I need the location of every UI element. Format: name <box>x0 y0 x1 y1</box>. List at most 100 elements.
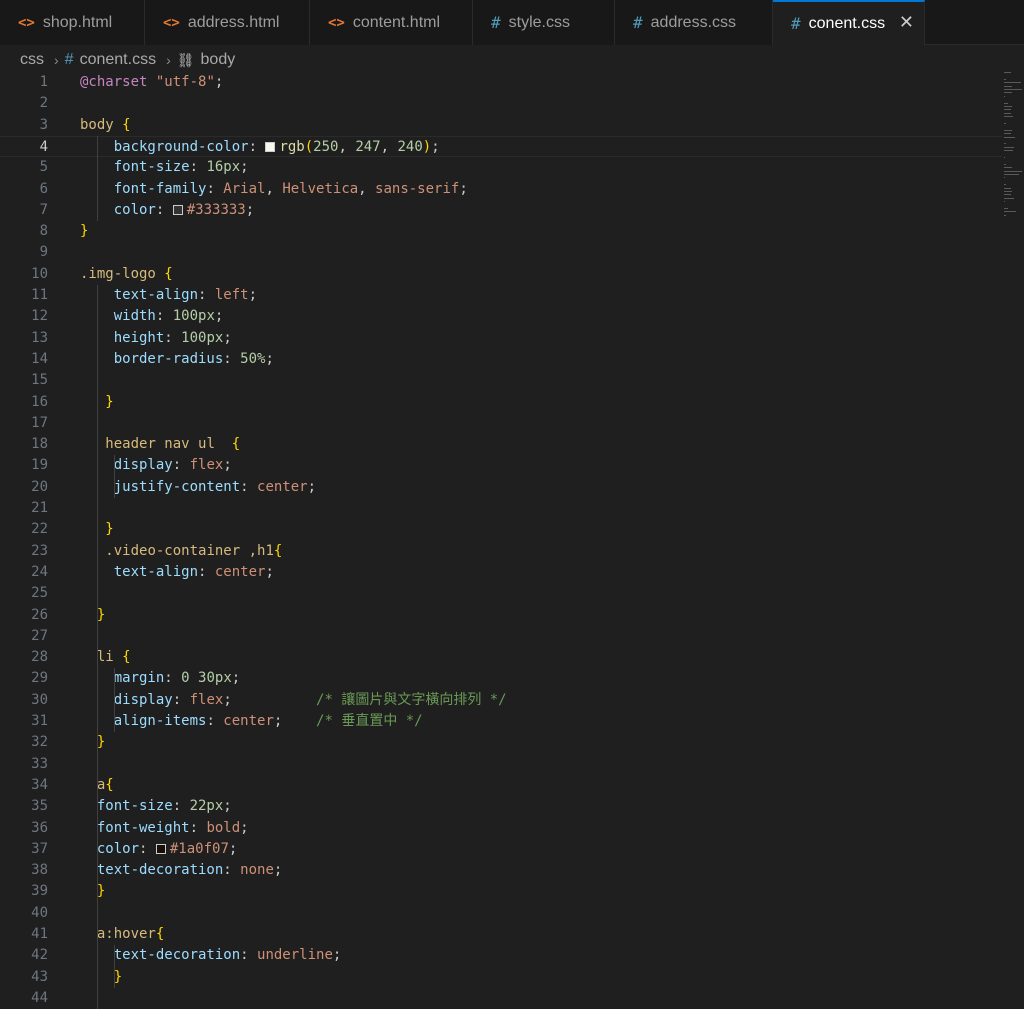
code-line[interactable]: 43 } <box>0 967 1002 988</box>
breadcrumb-symbol[interactable]: body <box>201 51 236 69</box>
close-icon[interactable]: ✕ <box>899 12 914 33</box>
breadcrumb-folder[interactable]: css <box>20 51 44 69</box>
code-line[interactable]: 6 font-family: Arial, Helvetica, sans-se… <box>0 179 1002 200</box>
code-token: font-size <box>114 159 190 175</box>
code-token: header nav ul <box>105 436 215 452</box>
code-line[interactable]: 19 display: flex; <box>0 455 1002 476</box>
code-line[interactable]: 33 <box>0 754 1002 775</box>
code-token: : <box>139 841 156 857</box>
line-number: 18 <box>0 434 48 455</box>
code-line[interactable]: 17 <box>0 413 1002 434</box>
code-token: justify-content <box>114 479 240 495</box>
tab-label: address.html <box>188 14 280 32</box>
code-line[interactable]: 24 text-align: center; <box>0 562 1002 583</box>
code-line[interactable]: 41 a:hover{ <box>0 924 1002 945</box>
code-line[interactable]: 7 color: #333333; <box>0 200 1002 221</box>
tab-style-css[interactable]: #style.css <box>473 0 615 45</box>
html-file-icon: <> <box>18 15 35 31</box>
code-line[interactable]: 11 text-align: left; <box>0 285 1002 306</box>
code-line[interactable]: 9 <box>0 242 1002 263</box>
code-line[interactable]: 13 height: 100px; <box>0 328 1002 349</box>
code-token <box>114 649 122 665</box>
code-line[interactable]: 20 justify-content: center; <box>0 477 1002 498</box>
line-number: 36 <box>0 818 48 839</box>
tab-address-css[interactable]: #address.css <box>615 0 773 45</box>
minimap-line <box>1004 194 1011 195</box>
minimap-line <box>1004 133 1011 134</box>
code-token: 100px <box>181 330 223 346</box>
code-line[interactable]: 23 .video-container ,h1{ <box>0 541 1002 562</box>
code-token: @charset <box>80 74 147 90</box>
code-line[interactable]: 32 } <box>0 732 1002 753</box>
code-line[interactable]: 42 text-decoration: underline; <box>0 945 1002 966</box>
code-token: : <box>164 670 181 686</box>
code-line[interactable]: 38 text-decoration: none; <box>0 860 1002 881</box>
line-number: 38 <box>0 860 48 881</box>
code-line[interactable]: 25 <box>0 583 1002 604</box>
code-line[interactable]: 37 color: #1a0f07; <box>0 839 1002 860</box>
code-text: align-items: center; /* 垂直置中 */ <box>80 711 423 732</box>
code-token: : <box>156 202 173 218</box>
line-number: 10 <box>0 264 48 285</box>
line-number: 4 <box>0 137 48 158</box>
code-token <box>80 777 97 793</box>
tab-shop-html[interactable]: <>shop.html <box>0 0 145 45</box>
code-line[interactable]: 8} <box>0 221 1002 242</box>
code-line[interactable]: 16 } <box>0 392 1002 413</box>
code-line[interactable]: 10.img-logo { <box>0 264 1002 285</box>
code-token: border-radius <box>114 351 224 367</box>
code-token: ; <box>223 330 231 346</box>
css-file-icon: # <box>633 13 643 32</box>
code-token: text-decoration <box>114 947 240 963</box>
minimap-line <box>1004 89 1022 90</box>
code-line[interactable]: 15 <box>0 370 1002 391</box>
code-line[interactable]: 44 <box>0 988 1002 1009</box>
code-line[interactable]: 39 } <box>0 881 1002 902</box>
code-line[interactable]: 14 border-radius: 50%; <box>0 349 1002 370</box>
css-file-icon: # <box>65 51 74 69</box>
code-line[interactable]: 27 <box>0 626 1002 647</box>
tab-conent-css[interactable]: #conent.css✕ <box>773 0 925 45</box>
color-swatch[interactable] <box>265 142 275 152</box>
code-line[interactable]: 22 } <box>0 519 1002 540</box>
code-line[interactable]: 3body { <box>0 115 1002 136</box>
code-line[interactable]: 12 width: 100px; <box>0 306 1002 327</box>
code-line[interactable]: 21 <box>0 498 1002 519</box>
line-number: 9 <box>0 242 48 263</box>
code-line[interactable]: 28 li { <box>0 647 1002 668</box>
code-token: bold <box>206 820 240 836</box>
minimap-line <box>1004 82 1021 83</box>
code-line[interactable]: 34 a{ <box>0 775 1002 796</box>
tab-label: conent.css <box>809 15 885 33</box>
line-number: 40 <box>0 903 48 924</box>
code-line[interactable]: 1@charset "utf-8"; <box>0 72 1002 93</box>
color-swatch[interactable] <box>173 205 183 215</box>
code-line[interactable]: 35 font-size: 22px; <box>0 796 1002 817</box>
code-token: { <box>122 649 130 665</box>
line-number: 23 <box>0 541 48 562</box>
code-line[interactable]: 36 font-weight: bold; <box>0 818 1002 839</box>
minimap-line <box>1004 215 1006 216</box>
code-line[interactable]: 4 background-color: rgb(250, 247, 240); <box>0 136 1002 157</box>
color-swatch[interactable] <box>156 844 166 854</box>
code-token: display <box>114 692 173 708</box>
code-line[interactable]: 40 <box>0 903 1002 924</box>
line-number: 14 <box>0 349 48 370</box>
code-token <box>80 543 105 559</box>
line-number: 42 <box>0 945 48 966</box>
code-line[interactable]: 2 <box>0 93 1002 114</box>
code-line[interactable]: 31 align-items: center; /* 垂直置中 */ <box>0 711 1002 732</box>
tab-address-html[interactable]: <>address.html <box>145 0 310 45</box>
code-editor[interactable]: 1@charset "utf-8";23body {4 background-c… <box>0 72 1024 1001</box>
code-line[interactable]: 18 header nav ul { <box>0 434 1002 455</box>
code-text: height: 100px; <box>80 328 232 349</box>
code-line[interactable]: 5 font-size: 16px; <box>0 157 1002 178</box>
breadcrumb-file[interactable]: conent.css <box>80 51 156 69</box>
tab-content-html[interactable]: <>content.html <box>310 0 473 45</box>
code-line[interactable]: 29 margin: 0 30px; <box>0 668 1002 689</box>
code-line[interactable]: 26 } <box>0 605 1002 626</box>
code-line[interactable]: 30 display: flex; /* 讓圖片與文字橫向排列 */ <box>0 690 1002 711</box>
code-token: align-items <box>114 713 207 729</box>
minimap[interactable] <box>1004 72 1024 232</box>
code-token: ; <box>215 74 223 90</box>
